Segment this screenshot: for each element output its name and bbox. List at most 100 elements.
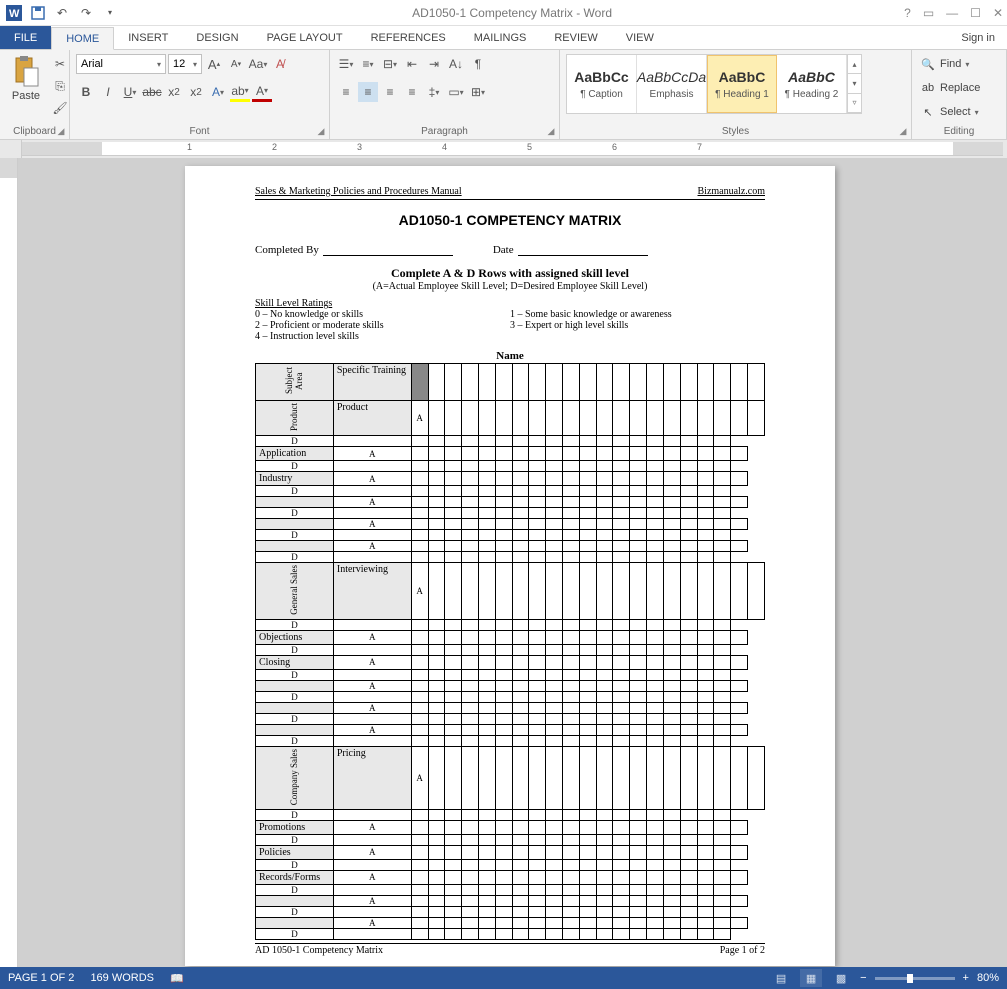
tab-file[interactable]: FILE	[0, 26, 51, 49]
undo-icon[interactable]: ↶	[52, 3, 72, 23]
paragraph-launcher-icon[interactable]: ◢	[545, 125, 557, 137]
matrix-cell	[428, 436, 445, 447]
matrix-cell	[411, 461, 428, 472]
bold-icon[interactable]: B	[76, 82, 96, 102]
paste-button[interactable]: Paste	[6, 54, 46, 104]
document-page[interactable]: Sales & Marketing Policies and Procedure…	[185, 166, 835, 966]
matrix-cell	[596, 508, 613, 519]
align-left-icon[interactable]: ≡	[336, 82, 356, 102]
matrix-cell	[478, 552, 495, 563]
tab-view[interactable]: VIEW	[612, 26, 668, 49]
matrix-cell	[697, 461, 714, 472]
style-item[interactable]: AaBbCc¶ Caption	[567, 55, 637, 113]
font-size-select[interactable]: 12▾	[168, 54, 202, 74]
decrease-indent-icon[interactable]: ⇤	[402, 54, 422, 74]
find-button[interactable]: 🔍Find▾	[918, 54, 1000, 74]
text-effects-icon[interactable]: A▾	[208, 82, 228, 102]
cut-icon[interactable]: ✂	[50, 54, 70, 74]
view-read-icon[interactable]: ▤	[770, 969, 792, 987]
status-page[interactable]: PAGE 1 OF 2	[8, 972, 74, 984]
ribbon-collapse-icon[interactable]: ▭	[923, 6, 934, 20]
multilevel-list-icon[interactable]: ⊟▾	[380, 54, 400, 74]
ribbon: Paste ✂ ⎘ 🖌 Clipboard ◢ Arial▾ 12▾ A▴ A▾…	[0, 50, 1007, 140]
save-icon[interactable]	[28, 3, 48, 23]
help-icon[interactable]: ?	[904, 6, 911, 20]
matrix-cell	[428, 497, 445, 508]
superscript-icon[interactable]: x2	[186, 82, 206, 102]
change-case-icon[interactable]: Aa▾	[248, 54, 268, 74]
ruler-horizontal[interactable]: 1234567	[0, 140, 1007, 158]
align-center-icon[interactable]: ≡	[358, 82, 378, 102]
matrix-cell	[563, 691, 580, 702]
matrix-cell	[512, 530, 529, 541]
style-item[interactable]: AaBbC¶ Heading 1	[707, 55, 777, 113]
style-gallery[interactable]: AaBbCc¶ CaptionAaBbCcDaEmphasisAaBbC¶ He…	[566, 54, 862, 114]
clipboard-launcher-icon[interactable]: ◢	[55, 125, 67, 137]
qat-customize-icon[interactable]: ▾	[100, 3, 120, 23]
status-words[interactable]: 169 WORDS	[90, 972, 154, 984]
view-web-icon[interactable]: ▩	[830, 969, 852, 987]
status-proofing-icon[interactable]: 📖	[170, 972, 184, 985]
ruler-h-track[interactable]: 1234567	[22, 142, 1003, 156]
matrix-cell	[613, 691, 630, 702]
style-scroll-icon[interactable]: ▴	[848, 55, 861, 74]
italic-icon[interactable]: I	[98, 82, 118, 102]
redo-icon[interactable]: ↷	[76, 3, 96, 23]
copy-icon[interactable]: ⎘	[50, 76, 70, 96]
tab-mailings[interactable]: MAILINGS	[460, 26, 541, 49]
numbering-icon[interactable]: ≡▾	[358, 54, 378, 74]
style-item[interactable]: AaBbC¶ Heading 2	[777, 55, 847, 113]
matrix-cell	[613, 552, 630, 563]
zoom-thumb[interactable]	[907, 974, 913, 983]
show-marks-icon[interactable]: ¶	[468, 54, 488, 74]
tab-home[interactable]: HOME	[51, 27, 114, 50]
strikethrough-icon[interactable]: abc	[142, 82, 162, 102]
view-print-icon[interactable]: ▦	[800, 969, 822, 987]
align-right-icon[interactable]: ≡	[380, 82, 400, 102]
zoom-slider[interactable]	[875, 977, 955, 980]
style-item[interactable]: AaBbCcDaEmphasis	[637, 55, 707, 113]
styles-launcher-icon[interactable]: ◢	[897, 125, 909, 137]
font-launcher-icon[interactable]: ◢	[315, 125, 327, 137]
format-painter-icon[interactable]: 🖌	[50, 98, 70, 118]
grow-font-icon[interactable]: A▴	[204, 54, 224, 74]
sign-in-link[interactable]: Sign in	[949, 26, 1007, 49]
style-scroll-icon[interactable]: ▾	[848, 74, 861, 93]
select-button[interactable]: ↖Select▾	[918, 102, 1000, 122]
increase-indent-icon[interactable]: ⇥	[424, 54, 444, 74]
highlight-icon[interactable]: ab▾	[230, 82, 250, 102]
sort-icon[interactable]: A↓	[446, 54, 466, 74]
bullets-icon[interactable]: ☰▾	[336, 54, 356, 74]
shrink-font-icon[interactable]: A▾	[226, 54, 246, 74]
shading-icon[interactable]: ▭▾	[446, 82, 466, 102]
matrix-cell	[495, 486, 512, 497]
line-spacing-icon[interactable]: ‡▾	[424, 82, 444, 102]
zoom-out-icon[interactable]: −	[860, 972, 866, 984]
topic-cell	[256, 541, 334, 552]
tab-page-layout[interactable]: PAGE LAYOUT	[253, 26, 357, 49]
document-workspace[interactable]: Sales & Marketing Policies and Procedure…	[0, 158, 1007, 967]
clear-formatting-icon[interactable]: A̸	[270, 54, 290, 74]
borders-icon[interactable]: ⊞▾	[468, 82, 488, 102]
zoom-level[interactable]: 80%	[977, 972, 999, 984]
close-icon[interactable]: ✕	[993, 6, 1003, 20]
font-color-icon[interactable]: A▾	[252, 82, 272, 102]
matrix-cell	[428, 530, 445, 541]
subscript-icon[interactable]: x2	[164, 82, 184, 102]
matrix-cell	[630, 859, 647, 870]
zoom-in-icon[interactable]: +	[963, 972, 969, 984]
matrix-cell	[512, 630, 529, 644]
tab-insert[interactable]: INSERT	[114, 26, 182, 49]
justify-icon[interactable]: ≡	[402, 82, 422, 102]
font-name-select[interactable]: Arial▾	[76, 54, 166, 74]
tab-references[interactable]: REFERENCES	[357, 26, 460, 49]
matrix-cell	[596, 364, 613, 401]
style-scroll-icon[interactable]: ▿	[848, 94, 861, 113]
ruler-vertical[interactable]	[0, 158, 18, 967]
minimize-icon[interactable]: —	[946, 6, 958, 20]
underline-icon[interactable]: U▾	[120, 82, 140, 102]
tab-design[interactable]: DESIGN	[182, 26, 252, 49]
maximize-icon[interactable]: ☐	[970, 6, 981, 20]
replace-button[interactable]: abReplace	[918, 78, 1000, 98]
tab-review[interactable]: REVIEW	[540, 26, 611, 49]
